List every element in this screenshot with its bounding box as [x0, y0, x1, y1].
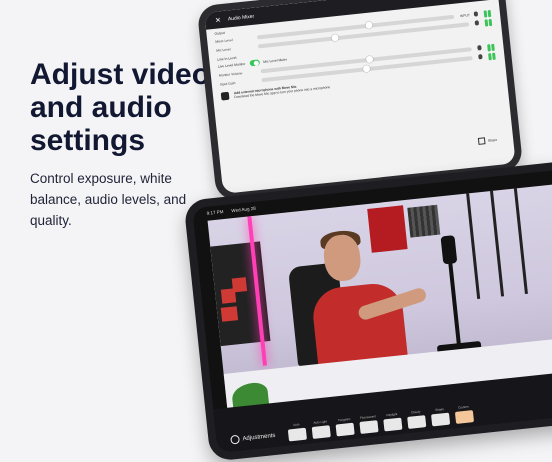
- light-stands: [456, 183, 552, 310]
- status-date: Wed Aug 28: [231, 205, 256, 213]
- level-meter: [484, 17, 493, 27]
- level-meter: [483, 8, 492, 18]
- preset-label: Tungsten: [337, 416, 351, 423]
- preset-label: Shade: [435, 407, 445, 413]
- preset-swatch: [383, 417, 403, 432]
- video-screen: 9:17 PM Wed Aug 28 Adjustments Auto Auto…: [192, 169, 552, 453]
- preset-swatch: [407, 415, 427, 429]
- input-gain-knob[interactable]: [362, 64, 371, 73]
- status-time: 9:17 PM: [206, 208, 224, 216]
- mic-icon: [478, 54, 483, 60]
- preset-tungsten[interactable]: Tungsten: [334, 417, 356, 437]
- preset-swatch: [287, 427, 307, 442]
- preset-label: Daylight: [386, 412, 398, 418]
- dark-panel: [407, 204, 441, 238]
- preset-label: Auto: [293, 422, 300, 427]
- adjustments-button[interactable]: Adjustments: [230, 431, 276, 445]
- preset-shade[interactable]: Shade: [429, 407, 451, 427]
- preset-swatch: [431, 412, 451, 427]
- close-icon[interactable]: ✕: [215, 16, 222, 25]
- mic-icon: [477, 45, 482, 51]
- mic-icon: [473, 11, 479, 17]
- preset-label: Custom: [458, 404, 469, 410]
- preset-cloudy[interactable]: Cloudy: [406, 409, 428, 429]
- preset-auto[interactable]: Auto: [286, 422, 308, 442]
- mic-meter-toggle[interactable]: [249, 59, 260, 67]
- gear-icon: [230, 434, 241, 445]
- audio-settings-screen: ✕ Audio Mixer ⌄ Output Mixer Level INPUT…: [204, 0, 516, 194]
- camera-preview[interactable]: [207, 182, 552, 412]
- preset-custom[interactable]: Custom: [453, 404, 475, 424]
- preset-swatch: [454, 410, 475, 424]
- preset-swatch: [359, 420, 379, 434]
- channel-label: INPUT: [459, 12, 471, 18]
- preset-swatch: [335, 422, 355, 437]
- move-mic-app-icon: [220, 91, 230, 101]
- mic-level-knob[interactable]: [331, 33, 340, 42]
- level-meter: [488, 51, 497, 60]
- page-subheadline: Control exposure, white balance, audio l…: [30, 171, 187, 228]
- preset-label: Auto Light: [313, 419, 328, 425]
- level-meter: [487, 42, 496, 51]
- video-tablet: 9:17 PM Wed Aug 28 Adjustments Auto Auto…: [183, 160, 552, 462]
- mixer-slider-knob[interactable]: [364, 20, 373, 29]
- preset-fluorescent[interactable]: Fluorescent: [358, 414, 380, 434]
- acoustic-panel: [367, 205, 408, 253]
- share-label: Share: [487, 137, 498, 143]
- preset-label: Cloudy: [410, 409, 421, 415]
- share-button[interactable]: Share: [477, 136, 498, 145]
- preset-daylight[interactable]: Daylight: [382, 412, 404, 432]
- adjustments-label: Adjustments: [242, 432, 276, 442]
- share-icon: [477, 137, 486, 145]
- mic-icon: [474, 20, 480, 26]
- monitor-volume-knob[interactable]: [365, 55, 374, 63]
- audio-title: Audio Mixer: [227, 13, 255, 22]
- red-box: [220, 306, 239, 322]
- preset-label: Fluorescent: [359, 414, 376, 420]
- preset-swatch: [311, 425, 331, 439]
- red-box: [231, 277, 248, 293]
- preset-auto-light[interactable]: Auto Light: [310, 419, 332, 439]
